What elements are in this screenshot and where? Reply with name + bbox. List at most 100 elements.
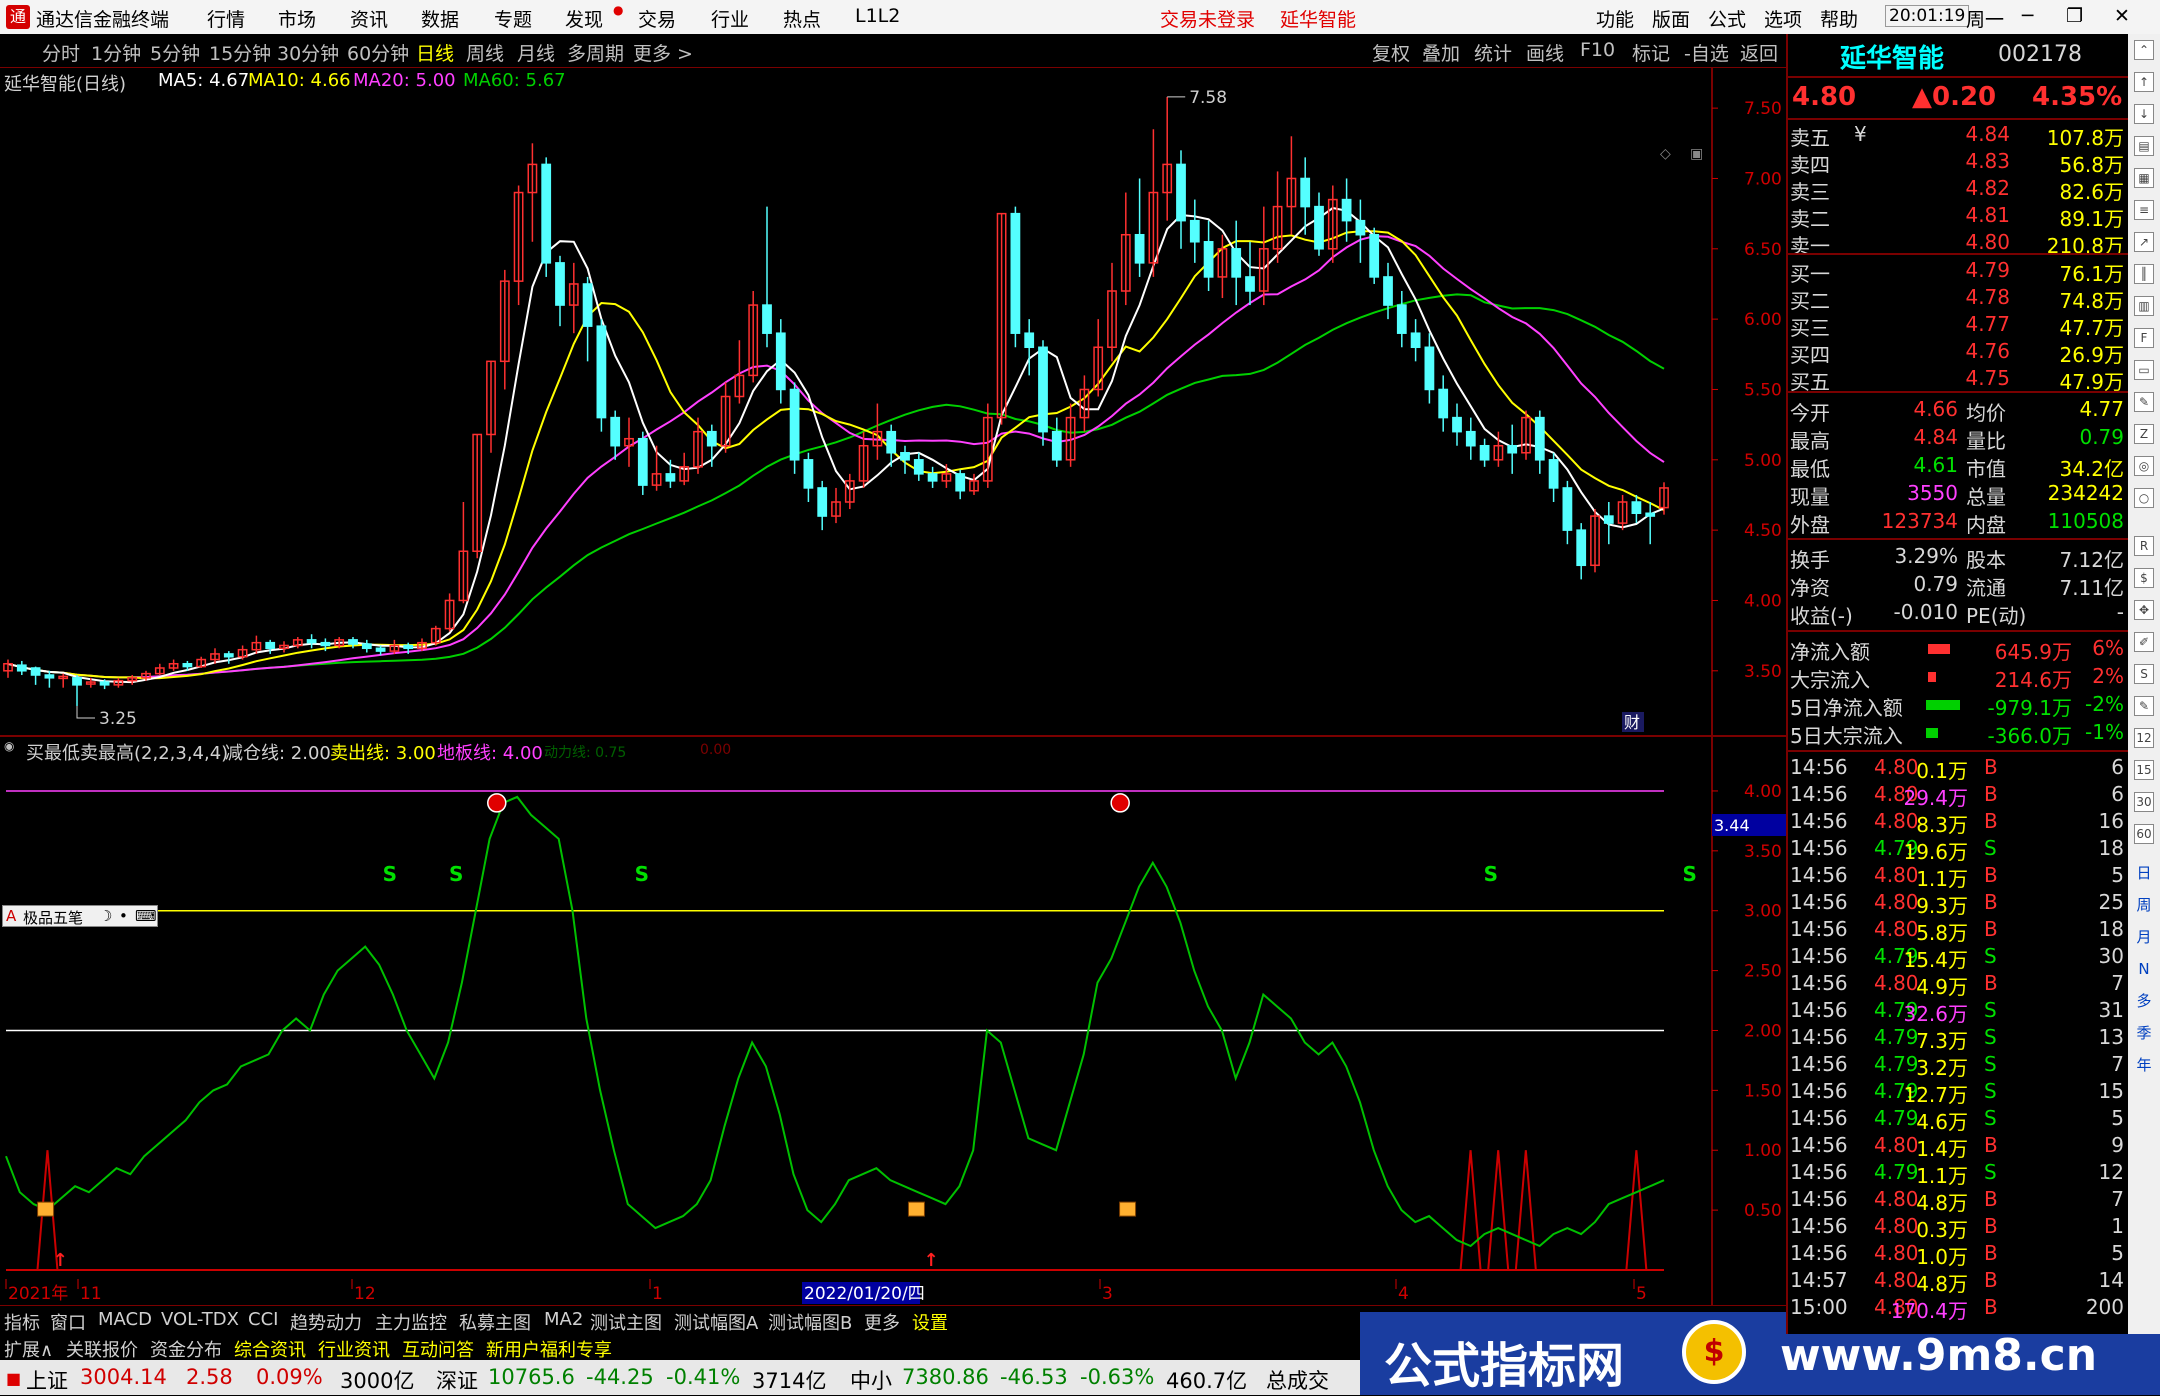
btn-f10[interactable]: F10 bbox=[1580, 39, 1615, 61]
indicator-chart[interactable]: 4.00 3.50 3.00 2.50 2.00 1.50 1.00 0.50 S S S S S ↑ ↑… bbox=[0, 737, 1786, 1305]
fs-icon[interactable]: S bbox=[2134, 664, 2154, 684]
tab-hangye[interactable]: 行业资讯 bbox=[318, 1336, 390, 1362]
tab-weekly[interactable]: 周线 bbox=[466, 39, 504, 66]
tab-30min[interactable]: 30分钟 bbox=[277, 39, 339, 66]
pen-icon[interactable]: ✐ bbox=[2134, 632, 2154, 652]
tab-zijin[interactable]: 资金分布 bbox=[150, 1336, 222, 1362]
menu-hangqing[interactable]: 行情 bbox=[207, 5, 245, 32]
menu-gongshi[interactable]: 公式 bbox=[1708, 5, 1746, 32]
sz-label[interactable]: 深证 bbox=[436, 1365, 478, 1395]
tab-5min[interactable]: 5分钟 bbox=[150, 39, 200, 66]
side-period-3[interactable]: N bbox=[2134, 960, 2154, 980]
tab-zhibiao[interactable]: 指标 bbox=[4, 1309, 40, 1335]
zx-label[interactable]: 中小 bbox=[850, 1365, 892, 1395]
minimize-icon[interactable]: ─ bbox=[2022, 5, 2033, 27]
tab-macd[interactable]: MACD bbox=[98, 1309, 152, 1330]
cycle-15-icon[interactable]: 15 bbox=[2134, 760, 2154, 780]
menu-xuanxiang[interactable]: 选项 bbox=[1764, 5, 1802, 32]
tab-vol[interactable]: VOL-TDX bbox=[161, 1309, 239, 1330]
menu-banmian[interactable]: 版面 bbox=[1652, 5, 1690, 32]
tab-fenshi[interactable]: 分时 bbox=[42, 39, 80, 66]
candlestick-chart[interactable]: 7.50 7.00 6.50 6.00 5.50 5.00 4.50 4.00 3.50 7.5… bbox=[0, 68, 1786, 737]
kline-icon[interactable]: ║ bbox=[2134, 264, 2154, 284]
menu-redian[interactable]: 热点 bbox=[783, 5, 821, 32]
list-icon[interactable]: ≡ bbox=[2134, 200, 2154, 220]
tab-simu[interactable]: 私募主图 bbox=[459, 1309, 531, 1335]
menu-hangye[interactable]: 行业 bbox=[711, 5, 749, 32]
side-period-1[interactable]: 周 bbox=[2134, 896, 2154, 916]
side-period-5[interactable]: 季 bbox=[2134, 1024, 2154, 1044]
btn-zixuan[interactable]: -自选 bbox=[1684, 39, 1729, 66]
tab-chuangkou[interactable]: 窗口 bbox=[50, 1309, 86, 1335]
btn-biaoji[interactable]: 标记 bbox=[1632, 39, 1670, 66]
tab-multi-period[interactable]: 多周期 bbox=[567, 39, 624, 66]
rsi-icon[interactable]: R bbox=[2134, 536, 2154, 556]
cycle-60-icon[interactable]: 60 bbox=[2134, 824, 2154, 844]
arrow-down-icon[interactable]: ↓ bbox=[2134, 104, 2154, 124]
bag-icon[interactable]: $ bbox=[2134, 568, 2154, 588]
tab-ceshi-a[interactable]: 测试幅图A bbox=[674, 1309, 758, 1335]
tab-monthly[interactable]: 月线 bbox=[517, 39, 555, 66]
move-icon[interactable]: ✥ bbox=[2134, 600, 2154, 620]
menu-faxian[interactable]: 发现 bbox=[565, 5, 603, 32]
menu-l1l2[interactable]: L1L2 bbox=[855, 5, 900, 27]
menu-zixun[interactable]: 资讯 bbox=[350, 5, 388, 32]
restore-icon[interactable]: ❐ bbox=[2066, 5, 2083, 27]
menu-gongneng[interactable]: 功能 bbox=[1596, 5, 1634, 32]
btn-fuquan[interactable]: 复权 bbox=[1372, 39, 1410, 66]
tab-ceshi[interactable]: 测试主图 bbox=[590, 1309, 662, 1335]
tab-shezhi[interactable]: 设置 bbox=[912, 1309, 948, 1335]
tab-60min[interactable]: 60分钟 bbox=[347, 39, 409, 66]
side-period-6[interactable]: 年 bbox=[2134, 1056, 2154, 1076]
trend-icon[interactable]: ↗ bbox=[2134, 232, 2154, 252]
edit-icon[interactable]: ✎ bbox=[2134, 696, 2154, 716]
chart-icon[interactable]: ▤ bbox=[2134, 136, 2154, 156]
tab-ma2[interactable]: MA2 bbox=[544, 1309, 583, 1330]
table-icon[interactable]: ▦ bbox=[2134, 168, 2154, 188]
btn-fanhui[interactable]: 返回 bbox=[1740, 39, 1778, 66]
note-icon[interactable]: ✎ bbox=[2134, 392, 2154, 412]
cycle-12-icon[interactable]: 12 bbox=[2134, 728, 2154, 748]
grid-icon[interactable]: ▥ bbox=[2134, 296, 2154, 316]
arrow-up-icon[interactable]: ⌃ bbox=[2134, 40, 2154, 60]
tab-gengduo[interactable]: 更多 bbox=[864, 1309, 900, 1335]
arrow-up-icon[interactable]: ↑ bbox=[2134, 72, 2154, 92]
menu-zhuanti[interactable]: 专题 bbox=[494, 5, 532, 32]
side-period-4[interactable]: 多 bbox=[2134, 992, 2154, 1012]
tab-guanlian[interactable]: 关联报价 bbox=[66, 1336, 138, 1362]
side-period-2[interactable]: 月 bbox=[2134, 928, 2154, 948]
tab-1min[interactable]: 1分钟 bbox=[91, 39, 141, 66]
ime-toolbar[interactable]: A 极品五笔 ☽ • ⌨ bbox=[2, 905, 158, 927]
tab-cci[interactable]: CCI bbox=[248, 1309, 278, 1330]
circle-icon[interactable]: ○ bbox=[2134, 488, 2154, 508]
tab-kuozhan[interactable]: 扩展∧ bbox=[4, 1336, 53, 1362]
btn-diejia[interactable]: 叠加 bbox=[1422, 39, 1460, 66]
fz-icon[interactable]: Z bbox=[2134, 424, 2154, 444]
sh-label[interactable]: 上证 bbox=[26, 1365, 68, 1395]
tab-zhuli[interactable]: 主力监控 bbox=[375, 1309, 447, 1335]
tab-more[interactable]: 更多 > bbox=[633, 39, 693, 66]
tab-ceshi-b[interactable]: 测试幅图B bbox=[768, 1309, 852, 1335]
menu-jiaoyi[interactable]: 交易 bbox=[638, 5, 676, 32]
expand-icon[interactable]: ▣ bbox=[1690, 146, 1703, 162]
trade-login-status[interactable]: 交易未登录 bbox=[1160, 5, 1255, 32]
menu-shichang[interactable]: 市场 bbox=[278, 5, 316, 32]
menu-bangzhu[interactable]: 帮助 bbox=[1820, 5, 1858, 32]
cai-badge[interactable]: 财 bbox=[1624, 713, 1640, 732]
tab-fuli[interactable]: 新用户福利专享 bbox=[486, 1336, 612, 1362]
close-icon[interactable]: ✕ bbox=[2114, 5, 2130, 27]
tab-daily[interactable]: 日线 bbox=[416, 39, 454, 66]
side-period-0[interactable]: 日 bbox=[2134, 864, 2154, 884]
doc-icon[interactable]: ▭ bbox=[2134, 360, 2154, 380]
menu-shuju[interactable]: 数据 bbox=[421, 5, 459, 32]
f10-icon[interactable]: F bbox=[2134, 328, 2154, 348]
tab-hudong[interactable]: 互动问答 bbox=[402, 1336, 474, 1362]
btn-tongji[interactable]: 统计 bbox=[1474, 39, 1512, 66]
tab-zonghe[interactable]: 综合资讯 bbox=[234, 1336, 306, 1362]
cycle-30-icon[interactable]: 30 bbox=[2134, 792, 2154, 812]
tab-15min[interactable]: 15分钟 bbox=[209, 39, 271, 66]
diamond-icon[interactable]: ◇ bbox=[1660, 146, 1671, 162]
btn-huaxian[interactable]: 画线 bbox=[1526, 39, 1564, 66]
ring-icon[interactable]: ◎ bbox=[2134, 456, 2154, 476]
tab-qushi[interactable]: 趋势动力 bbox=[290, 1309, 362, 1335]
